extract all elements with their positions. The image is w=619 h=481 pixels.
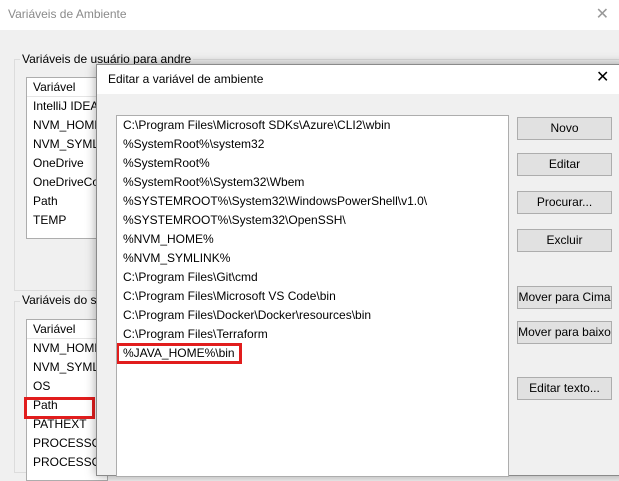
path-highlight-box [24, 397, 95, 419]
edit-button[interactable]: Editar [517, 153, 612, 176]
list-item[interactable]: TEMP [27, 211, 107, 230]
list-item[interactable]: %SYSTEMROOT%\System32\OpenSSH\ [117, 211, 508, 230]
dialog-title: Editar a variável de ambiente [108, 72, 264, 86]
list-item-java-home[interactable]: %JAVA_HOME%\bin [117, 343, 242, 364]
list-item[interactable]: IntelliJ IDEA [27, 97, 107, 116]
new-button[interactable]: Novo [517, 117, 612, 140]
list-item[interactable]: %NVM_SYMLINK% [117, 249, 508, 268]
outer-window-title: Variáveis de Ambiente [8, 7, 127, 21]
list-item[interactable]: NVM_SYML [27, 358, 107, 377]
system-vars-group-label: Variáveis do si [20, 293, 102, 307]
list-item[interactable]: C:\Program Files\Docker\Docker\resources… [117, 306, 508, 325]
list-item[interactable]: %SystemRoot% [117, 154, 508, 173]
list-item[interactable]: C:\Program Files\Terraform [117, 325, 508, 344]
list-item[interactable]: C:\Program Files\Microsoft SDKs\Azure\CL… [117, 116, 508, 135]
list-item[interactable]: %SystemRoot%\system32 [117, 135, 508, 154]
system-vars-header[interactable]: Variável [27, 320, 107, 339]
move-up-button[interactable]: Mover para Cima [517, 286, 612, 309]
list-item[interactable]: PROCESSO [27, 453, 107, 472]
list-item[interactable]: %SystemRoot%\System32\Wbem [117, 173, 508, 192]
list-item[interactable]: NVM_SYML [27, 135, 107, 154]
list-item[interactable]: Path [27, 192, 107, 211]
close-icon[interactable]: ✕ [596, 4, 609, 24]
path-entries-list[interactable]: C:\Program Files\Microsoft SDKs\Azure\CL… [116, 115, 509, 477]
delete-button[interactable]: Excluir [517, 229, 612, 252]
list-item[interactable]: %SYSTEMROOT%\System32\WindowsPowerShell\… [117, 192, 508, 211]
outer-titlebar: Variáveis de Ambiente ✕ [0, 0, 619, 30]
edit-text-button[interactable]: Editar texto... [517, 377, 612, 400]
list-item[interactable]: NVM_HOME [27, 339, 107, 358]
list-item[interactable]: %NVM_HOME% [117, 230, 508, 249]
move-down-button[interactable]: Mover para baixo [517, 321, 612, 344]
dialog-titlebar: Editar a variável de ambiente ✕ [97, 65, 619, 94]
list-item[interactable]: PROCESSOF [27, 434, 107, 453]
user-vars-header[interactable]: Variável [27, 78, 107, 97]
list-item[interactable]: OneDrive [27, 154, 107, 173]
edit-env-var-dialog: Editar a variável de ambiente ✕ C:\Progr… [96, 64, 619, 477]
list-item[interactable]: C:\Program Files\Git\cmd [117, 268, 508, 287]
list-item[interactable]: NVM_HOME [27, 116, 107, 135]
browse-button[interactable]: Procurar... [517, 191, 612, 214]
list-item[interactable]: C:\Program Files\Microsoft VS Code\bin [117, 287, 508, 306]
list-item[interactable]: OS [27, 377, 107, 396]
close-icon[interactable]: ✕ [596, 70, 609, 86]
list-item[interactable]: OneDriveCo [27, 173, 107, 192]
